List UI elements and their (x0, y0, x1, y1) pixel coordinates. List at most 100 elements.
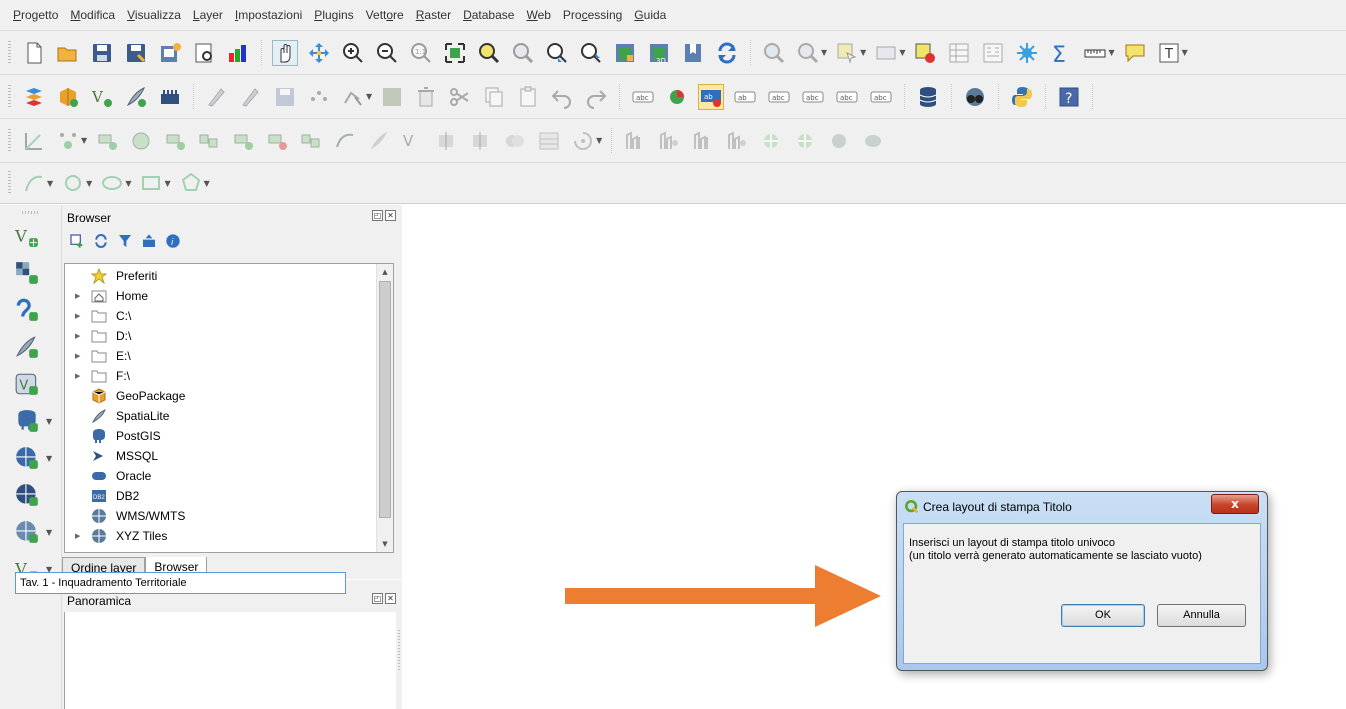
modify-attributes-icon[interactable] (379, 84, 405, 110)
new-map-view-icon[interactable] (612, 40, 638, 66)
pin-unpin-labels-icon[interactable]: ab (732, 84, 758, 110)
overview-map[interactable] (64, 612, 396, 709)
cancel-button[interactable]: Annulla (1157, 604, 1246, 627)
new-3d-map-view-icon[interactable]: 3D (646, 40, 672, 66)
expand-arrow-icon[interactable]: ▶ (75, 372, 80, 380)
layout-manager-icon[interactable] (191, 40, 217, 66)
dropdown-arrow-icon[interactable]: ▼ (1182, 48, 1188, 57)
dropdown-arrow-icon[interactable]: ▼ (164, 179, 170, 188)
browser-scrollbar[interactable]: ▲ ▼ (376, 264, 393, 552)
merge-features-icon[interactable] (502, 128, 528, 154)
toolbar-grip[interactable] (8, 84, 11, 109)
add-point-feature-icon[interactable] (306, 84, 332, 110)
float-panel-icon[interactable]: ◰ (372, 210, 383, 221)
menu-item-0[interactable]: Progetto (13, 8, 58, 22)
pan-hand-icon[interactable] (272, 39, 298, 66)
expand-arrow-icon[interactable]: ▶ (75, 532, 80, 540)
expand-arrow-icon[interactable]: ▶ (75, 292, 80, 300)
snapping-tracing-icon[interactable] (724, 128, 750, 154)
scrollbar-thumb[interactable] (379, 281, 391, 518)
new-spatialite-layer-icon[interactable] (123, 84, 149, 110)
add-spatialite-layer-icon[interactable] (14, 334, 42, 362)
menu-item-6[interactable]: Vettore (366, 8, 404, 22)
tree-item[interactable]: MSSQL (65, 446, 377, 466)
save-layer-edits-icon[interactable] (272, 84, 298, 110)
add-circular-string-icon[interactable] (21, 170, 47, 196)
dropdown-arrow-icon[interactable]: ▼ (1108, 48, 1114, 57)
layout-title-input[interactable] (15, 572, 346, 594)
reverse-line-icon[interactable]: V (400, 128, 426, 154)
copy-features-icon[interactable] (481, 84, 507, 110)
expand-arrow-icon[interactable]: ▶ (75, 312, 80, 320)
tree-item[interactable]: ▶ XYZ Tiles (65, 526, 377, 546)
toolbar-grip[interactable] (8, 128, 11, 153)
add-regular-polygon-icon[interactable] (178, 170, 204, 196)
close-panel-icon[interactable]: ✕ (385, 593, 396, 604)
highlight-pinned-labels-icon[interactable]: ab (698, 83, 725, 110)
field-calculator-icon[interactable] (980, 40, 1006, 66)
split-features-icon[interactable] (434, 128, 460, 154)
zoom-in-icon[interactable] (340, 40, 366, 66)
dropdown-arrow-icon[interactable]: ▼ (596, 136, 602, 145)
collapse-all-icon[interactable] (140, 232, 158, 250)
dropdown-arrow-icon[interactable]: ▼ (86, 179, 92, 188)
properties-info-icon[interactable]: i (164, 232, 182, 250)
save-as-icon[interactable] (123, 40, 149, 66)
add-vector-layer-icon[interactable]: V (14, 223, 42, 251)
new-bookmark-icon[interactable] (680, 40, 706, 66)
open-attribute-table-icon[interactable] (946, 40, 972, 66)
rotate-label-icon[interactable]: abc (834, 84, 860, 110)
add-selected-layers-icon[interactable] (68, 232, 86, 250)
menu-item-3[interactable]: Layer (193, 8, 223, 22)
measure-line-icon[interactable] (1082, 40, 1108, 66)
reshape-features-icon[interactable] (332, 128, 358, 154)
scroll-down-icon[interactable]: ▼ (377, 536, 393, 552)
toolbar-grip[interactable] (8, 171, 11, 195)
redo-icon[interactable] (583, 84, 609, 110)
close-panel-icon[interactable]: ✕ (385, 210, 396, 221)
circle-shape-icon[interactable] (826, 128, 852, 154)
map-tips-icon[interactable] (1122, 40, 1148, 66)
vertex-tool-icon[interactable] (340, 84, 366, 110)
zoom-native-resolution-icon[interactable]: 1:1 (408, 40, 434, 66)
refresh-icon[interactable] (714, 40, 740, 66)
add-wms-layer-icon[interactable] (14, 445, 42, 473)
zoom-full-icon[interactable] (442, 40, 468, 66)
regular-shape-icon[interactable] (792, 128, 818, 154)
dropdown-arrow-icon[interactable]: ▼ (46, 528, 52, 537)
zoom-next-icon[interactable] (578, 40, 604, 66)
delete-selected-icon[interactable] (413, 84, 439, 110)
data-source-manager-icon[interactable] (21, 84, 47, 110)
dropdown-arrow-icon[interactable]: ▼ (46, 454, 52, 463)
float-panel-icon[interactable]: ◰ (372, 593, 383, 604)
dropdown-arrow-icon[interactable]: ▼ (81, 136, 87, 145)
toggle-editing-icon[interactable] (204, 84, 230, 110)
tree-item[interactable]: WMS/WMTS (65, 506, 377, 526)
menu-item-8[interactable]: Database (463, 8, 514, 22)
shape-digitize-icon[interactable] (758, 128, 784, 154)
menu-item-2[interactable]: Visualizza (127, 8, 181, 22)
move-feature-icon[interactable] (55, 128, 81, 154)
add-ring-icon[interactable] (162, 128, 188, 154)
advanced-digitizing-icon[interactable] (21, 128, 47, 154)
paste-features-icon[interactable] (515, 84, 541, 110)
python-console-icon[interactable] (1009, 84, 1035, 110)
zoom-to-selection-icon[interactable] (476, 40, 502, 66)
toolbar-grip[interactable] (22, 211, 40, 214)
dropdown-arrow-icon[interactable]: ▼ (125, 179, 131, 188)
add-wfs-layer-icon[interactable] (14, 519, 42, 547)
ellipse-shape-icon[interactable] (860, 128, 886, 154)
deselect-features-icon[interactable] (912, 40, 938, 66)
delete-ring-icon[interactable] (264, 128, 290, 154)
statistical-summary-icon[interactable]: Σ (1048, 40, 1074, 66)
cut-features-icon[interactable] (447, 84, 473, 110)
tree-item[interactable]: ▶ E:\ (65, 346, 377, 366)
snapping-topology-icon[interactable] (656, 128, 682, 154)
ok-button[interactable]: OK (1061, 604, 1145, 627)
tree-item[interactable]: ▶ C:\ (65, 306, 377, 326)
new-geopackage-layer-icon[interactable] (55, 84, 81, 110)
move-label-icon[interactable]: abc (800, 84, 826, 110)
new-print-layout-icon[interactable] (157, 40, 183, 66)
delete-part-icon[interactable] (298, 128, 324, 154)
new-project-icon[interactable] (21, 40, 47, 66)
